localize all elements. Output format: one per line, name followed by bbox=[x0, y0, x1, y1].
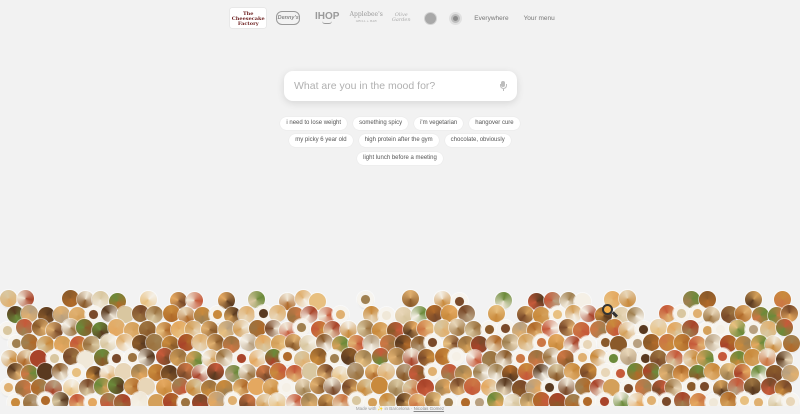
food-dish-thumbnail[interactable] bbox=[331, 305, 349, 323]
suggestion-chip[interactable]: my picky 6 year old bbox=[289, 134, 353, 147]
food-dish-thumbnail[interactable] bbox=[439, 393, 457, 406]
food-dish-thumbnail[interactable] bbox=[470, 394, 488, 406]
food-dish-thumbnail[interactable] bbox=[130, 392, 148, 406]
magnifier-icon[interactable] bbox=[601, 303, 619, 319]
food-dish-thumbnail[interactable] bbox=[783, 334, 800, 352]
food-dish-thumbnail[interactable] bbox=[719, 391, 737, 406]
food-dish-thumbnail[interactable] bbox=[52, 362, 70, 380]
restaurant-seal-logo[interactable] bbox=[424, 11, 438, 25]
food-dish-thumbnail[interactable] bbox=[208, 392, 226, 406]
food-dish-thumbnail[interactable] bbox=[0, 290, 17, 308]
restaurant-badge-logo[interactable] bbox=[449, 11, 463, 25]
food-dish-thumbnail[interactable] bbox=[300, 393, 318, 406]
food-dish-thumbnail[interactable] bbox=[579, 305, 597, 323]
food-dish-thumbnail[interactable] bbox=[114, 393, 132, 406]
food-dish-thumbnail[interactable] bbox=[674, 392, 691, 406]
suggestion-chip[interactable]: i'm vegetarian bbox=[414, 117, 464, 130]
food-dish-thumbnail[interactable] bbox=[619, 290, 637, 308]
food-dish-thumbnail[interactable] bbox=[52, 392, 70, 406]
food-dish-thumbnail[interactable] bbox=[596, 392, 613, 406]
food-dish-thumbnail[interactable] bbox=[626, 362, 644, 380]
food-dish-thumbnail[interactable] bbox=[424, 363, 442, 381]
suggestion-chip[interactable]: high protein after the gym bbox=[358, 134, 439, 147]
food-dish-thumbnail[interactable] bbox=[776, 319, 794, 336]
suggestion-chip[interactable]: light lunch before a meeting bbox=[357, 152, 443, 165]
food-dish-thumbnail[interactable] bbox=[548, 393, 566, 406]
food-dish-thumbnail[interactable] bbox=[729, 319, 747, 337]
food-dish-thumbnail[interactable] bbox=[371, 377, 388, 395]
suggestion-row-2: my picky 6 year old high protein after t… bbox=[0, 134, 800, 147]
food-dish-thumbnail[interactable] bbox=[21, 334, 39, 351]
food-dish-thumbnail[interactable] bbox=[379, 393, 396, 406]
food-dish-thumbnail[interactable] bbox=[347, 363, 365, 381]
food-dish-thumbnail[interactable] bbox=[207, 333, 225, 351]
author-link[interactable]: Nicolas Gomez bbox=[414, 406, 445, 411]
food-dish-thumbnail[interactable] bbox=[689, 393, 707, 406]
footer: Made with ✨ in Barcelona · Nicolas Gomez bbox=[0, 406, 800, 412]
search-box bbox=[284, 71, 517, 101]
food-dish-thumbnail[interactable] bbox=[269, 392, 287, 406]
food-dish-thumbnail[interactable] bbox=[84, 393, 102, 406]
footer-text: Made with ✨ in Barcelona · bbox=[355, 406, 413, 411]
suggestion-row-3: light lunch before a meeting bbox=[0, 152, 800, 165]
suggestion-chip[interactable]: chocolate, obviously bbox=[444, 134, 511, 147]
applebees-logo[interactable]: Applebee's GRILL + BAR bbox=[350, 10, 383, 26]
food-dish-thumbnail[interactable] bbox=[533, 392, 550, 406]
food-dish-thumbnail[interactable] bbox=[486, 391, 504, 406]
food-dish-thumbnail[interactable] bbox=[402, 290, 420, 308]
food-dish-thumbnail[interactable] bbox=[486, 334, 504, 352]
food-dish-thumbnail[interactable] bbox=[782, 392, 800, 406]
food-dish-thumbnail[interactable] bbox=[643, 333, 661, 351]
food-dish-thumbnail[interactable] bbox=[558, 378, 575, 396]
food-dish-thumbnail[interactable] bbox=[448, 319, 466, 336]
food-dish-thumbnail[interactable] bbox=[7, 394, 25, 406]
food-dish-gallery bbox=[0, 288, 800, 406]
food-dish-thumbnail[interactable] bbox=[643, 363, 661, 380]
food-dish-thumbnail[interactable] bbox=[501, 333, 519, 351]
food-dish-thumbnail[interactable] bbox=[191, 334, 209, 352]
food-dish-thumbnail[interactable] bbox=[68, 393, 86, 406]
food-dish-thumbnail[interactable] bbox=[76, 319, 94, 336]
food-dish-thumbnail[interactable] bbox=[657, 393, 675, 406]
top-navigation: The Cheesecake Factory Denny's IHOP Appl… bbox=[0, 8, 800, 28]
suggestion-chip[interactable]: something spicy bbox=[353, 117, 409, 130]
food-dish-thumbnail[interactable] bbox=[108, 377, 126, 395]
olive-garden-logo[interactable]: Olive Garden bbox=[390, 10, 412, 26]
suggestion-chip[interactable]: i need to lose weight bbox=[280, 117, 348, 130]
food-dish-thumbnail[interactable] bbox=[408, 394, 426, 406]
everywhere-link[interactable]: Everywhere bbox=[474, 15, 508, 22]
ihop-logo[interactable]: IHOP bbox=[314, 10, 340, 26]
food-dish-thumbnail[interactable] bbox=[448, 348, 466, 366]
food-dish-thumbnail[interactable] bbox=[463, 378, 481, 396]
food-dish-thumbnail[interactable] bbox=[207, 363, 225, 381]
food-dish-thumbnail[interactable] bbox=[696, 377, 714, 395]
badge-center-mark bbox=[453, 15, 459, 21]
suggestion-row-1: i need to lose weight something spicy i'… bbox=[0, 117, 800, 130]
food-dish-thumbnail[interactable] bbox=[239, 334, 257, 352]
food-dish-thumbnail[interactable] bbox=[759, 349, 777, 367]
ihop-smile-mark bbox=[322, 21, 333, 24]
dennys-logo[interactable]: Denny's bbox=[276, 11, 301, 25]
applebees-logo-sub: GRILL + BAR bbox=[355, 19, 377, 23]
your-menu-link[interactable]: Your menu bbox=[524, 15, 555, 22]
food-dish-thumbnail[interactable] bbox=[324, 378, 342, 395]
food-dish-thumbnail[interactable] bbox=[332, 393, 350, 406]
food-dish-thumbnail[interactable] bbox=[269, 362, 287, 380]
food-dish-thumbnail[interactable] bbox=[517, 305, 535, 323]
microphone-icon[interactable] bbox=[499, 80, 507, 92]
suggestion-chip[interactable]: hangover cure bbox=[469, 117, 520, 130]
food-dish-thumbnail[interactable] bbox=[749, 394, 767, 406]
food-dish-thumbnail[interactable] bbox=[138, 348, 156, 366]
search-input[interactable] bbox=[294, 80, 499, 92]
food-dish-thumbnail[interactable] bbox=[192, 394, 210, 406]
cheesecake-factory-logo[interactable]: The Cheesecake Factory bbox=[230, 8, 267, 28]
food-dish-thumbnail[interactable] bbox=[223, 392, 241, 406]
food-dish-thumbnail[interactable] bbox=[162, 304, 180, 322]
food-dish-thumbnail[interactable] bbox=[239, 394, 257, 406]
